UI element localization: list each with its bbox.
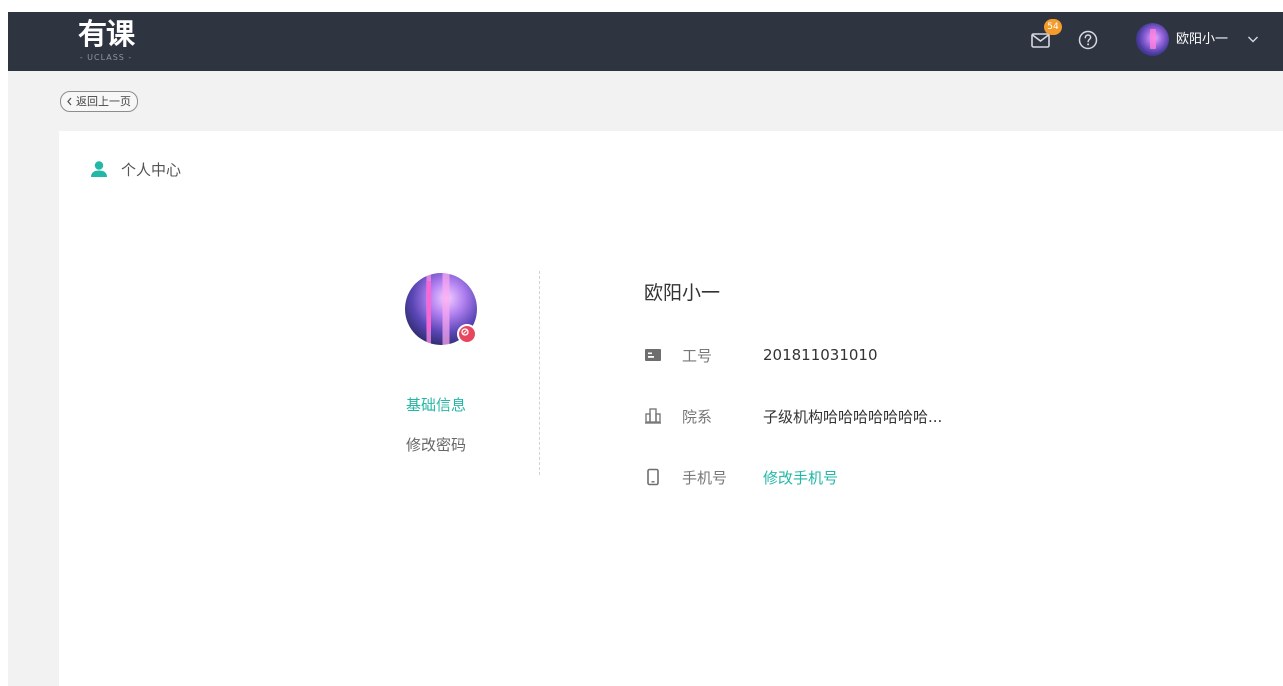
nav-item-change-password[interactable]: 修改密码 (406, 435, 496, 455)
logo-subtitle: - UCLASS - (79, 53, 133, 62)
avatar-edit-icon[interactable] (457, 324, 477, 344)
user-name: 欧阳小一 (1176, 32, 1229, 47)
edit-icon (461, 328, 469, 336)
logo-text: 有课 (77, 17, 135, 51)
phone-label: 手机号 (682, 468, 728, 487)
id-card-icon (645, 349, 661, 361)
vertical-divider (539, 271, 540, 475)
phone-icon (647, 468, 659, 486)
app-frame: 有课 - UCLASS - 54 欧阳小一 返回上一页 个人中心 基础信息 修改… (8, 12, 1283, 686)
back-button-label: 返回上一页 (76, 95, 131, 108)
chevron-left-icon (67, 97, 72, 106)
top-navigation-bar: 有课 - UCLASS - 54 欧阳小一 (8, 12, 1283, 71)
chevron-down-icon (1248, 36, 1258, 43)
notification-badge: 54 (1044, 19, 1062, 35)
user-menu[interactable]: 欧阳小一 (1136, 22, 1261, 58)
employee-id-label: 工号 (682, 346, 713, 365)
personal-center-panel: 个人中心 基础信息 修改密码 欧阳小一 工号 201811031010 院系 子… (59, 131, 1283, 686)
employee-id-row: 工号 201811031010 (644, 344, 878, 366)
department-value: 子级机构哈哈哈哈哈哈哈... (763, 407, 943, 426)
nav-item-basic-info[interactable]: 基础信息 (406, 395, 496, 415)
back-button[interactable]: 返回上一页 (60, 91, 138, 112)
profile-name: 欧阳小一 (644, 282, 721, 304)
panel-header: 个人中心 (89, 158, 181, 180)
profile-side-nav: 基础信息 修改密码 (406, 395, 496, 475)
employee-id-value: 201811031010 (763, 346, 878, 364)
building-icon (645, 408, 661, 424)
logo[interactable]: 有课 - UCLASS - (70, 17, 142, 65)
department-label: 院系 (682, 407, 713, 426)
phone-row: 手机号 修改手机号 (644, 466, 838, 488)
help-circle-icon[interactable] (1077, 29, 1099, 51)
page-title: 个人中心 (121, 160, 182, 179)
person-icon (91, 161, 107, 177)
change-phone-link[interactable]: 修改手机号 (763, 467, 838, 488)
department-row: 院系 子级机构哈哈哈哈哈哈哈... (644, 405, 942, 427)
avatar (1136, 23, 1169, 56)
